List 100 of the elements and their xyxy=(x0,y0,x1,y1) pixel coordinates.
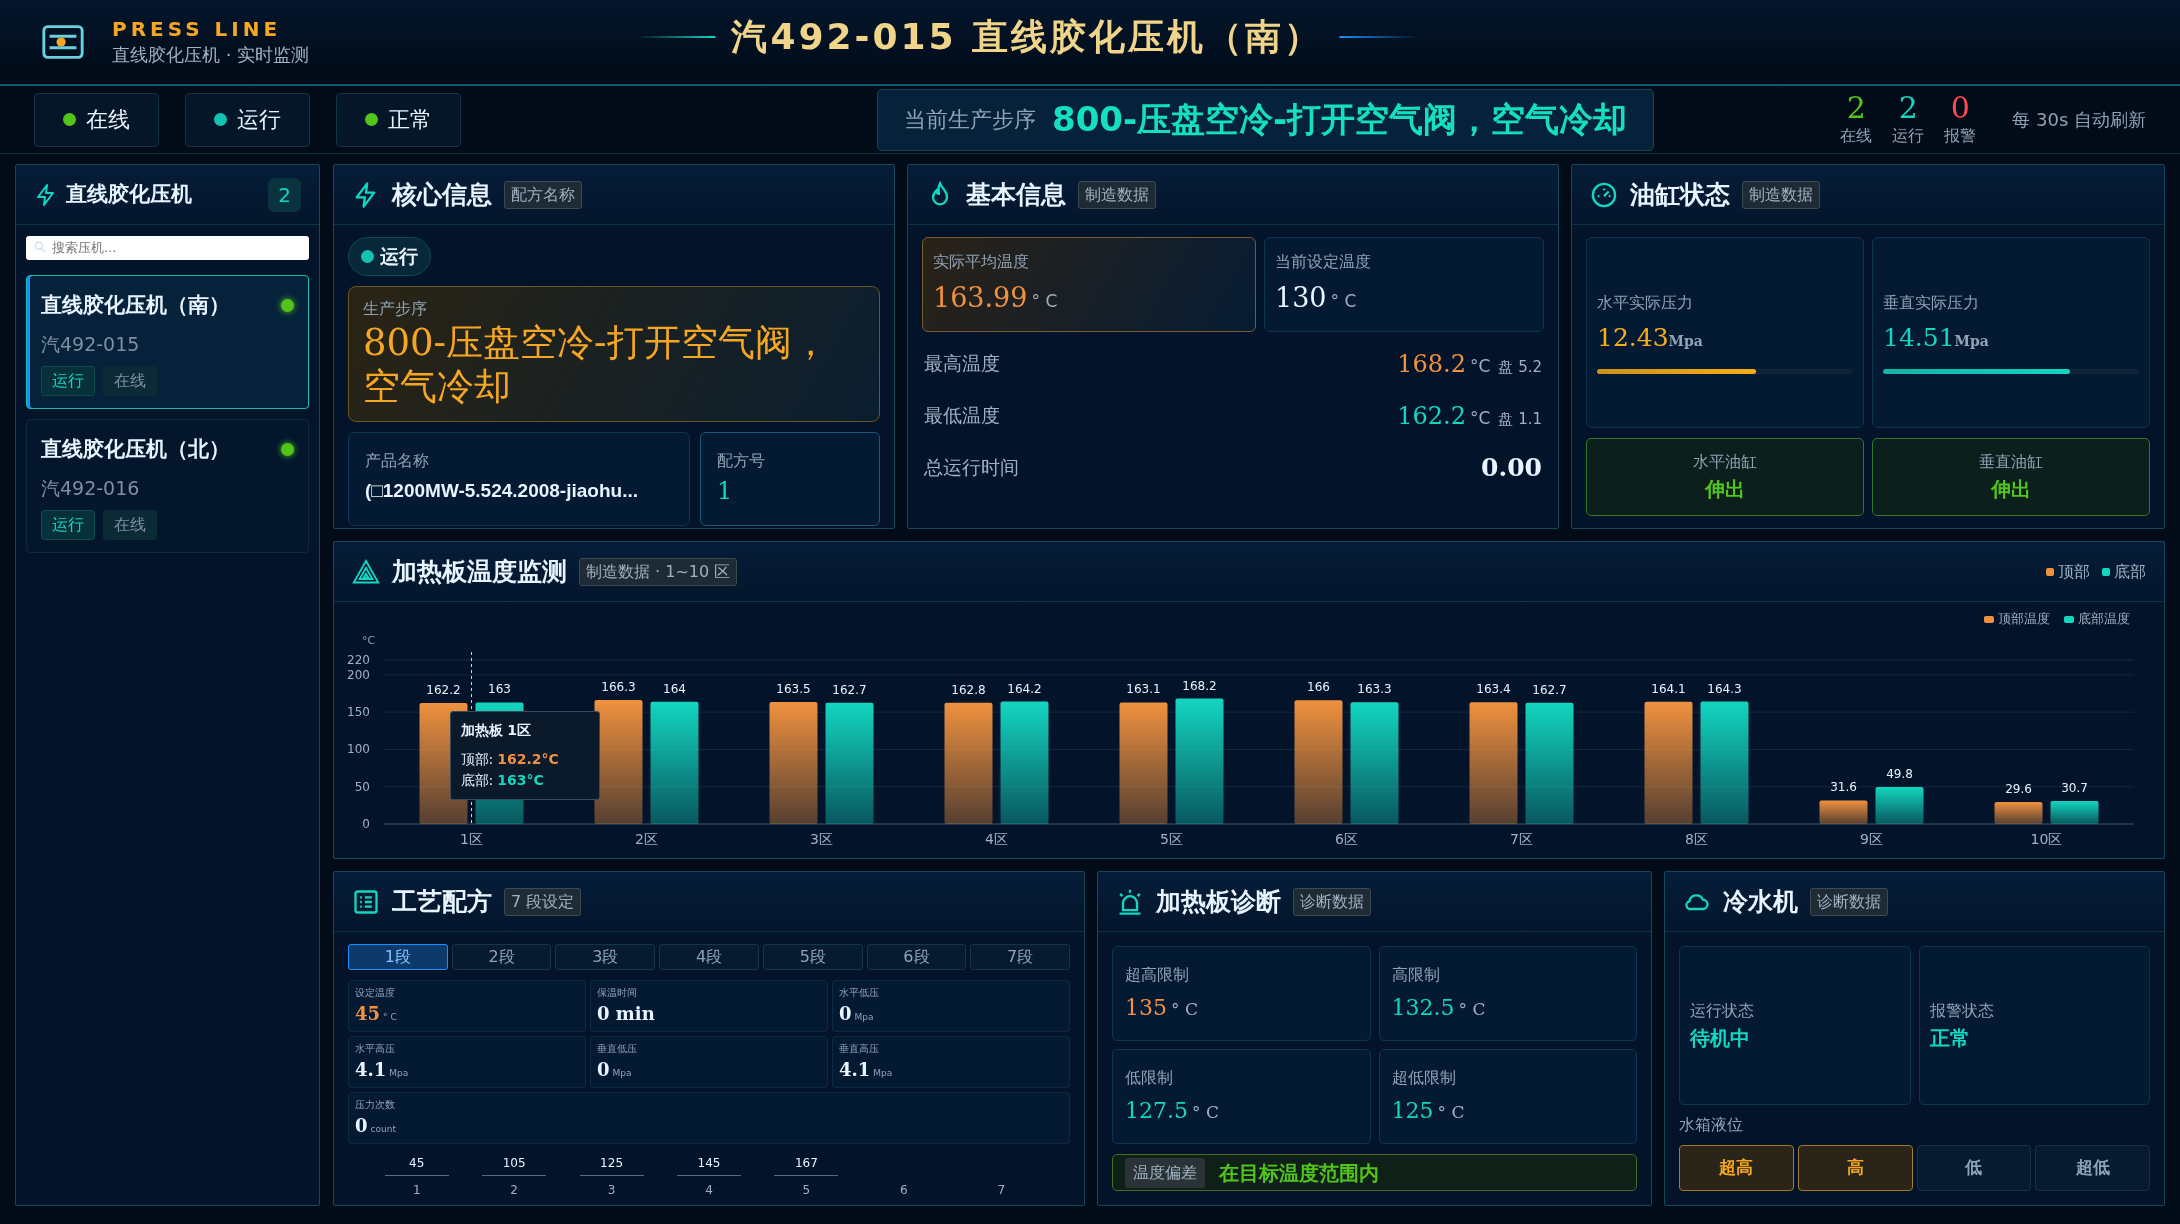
legend-swatch xyxy=(1984,616,1994,623)
status-label: 运行状态 xyxy=(1690,999,1755,1022)
header-subtitle: 直线胶化压机 · 实时监测 xyxy=(112,42,310,67)
data-label: 163.3 xyxy=(1357,682,1392,697)
axis-tick-label: 3区 xyxy=(810,831,833,847)
axis-tick-label: 6区 xyxy=(1335,831,1358,847)
panel-title: 冷水机 xyxy=(1723,885,1798,918)
reading-value: 168.2 xyxy=(1397,348,1466,380)
search-field[interactable]: 搜索压机... xyxy=(26,235,309,260)
axis-tick-label: 0 xyxy=(362,817,370,831)
legend-swatch xyxy=(2064,616,2074,623)
data-label: 163.4 xyxy=(1476,682,1511,697)
unit-label: °C xyxy=(1470,406,1491,430)
siren-icon xyxy=(1116,887,1144,916)
step-value: 105 xyxy=(502,1155,526,1172)
panel-tag: 制造数据 xyxy=(1078,180,1156,209)
reading-value: 0.00 xyxy=(1481,451,1542,484)
axis-tick-label: 1区 xyxy=(460,831,483,847)
segment-tab[interactable]: 6段 xyxy=(866,944,967,970)
machine-card[interactable]: 直线胶化压机（北） 汽492-016 运行 在线 xyxy=(26,419,309,553)
panel-title: 工艺配方 xyxy=(392,885,492,918)
axis-tick-label: 5区 xyxy=(1160,831,1183,847)
page-title: 汽492-015 直线胶化压机（南） xyxy=(731,15,1324,59)
step-label: 当前生产步序 xyxy=(904,106,1037,134)
step-value: 800-压盘空冷-打开空气阀，空气冷却 xyxy=(1052,98,1628,141)
counter-label: 报警 xyxy=(1944,125,1977,147)
step-label: 生产步序 xyxy=(363,297,428,320)
step-value: 800-压盘空冷-打开空气阀，空气冷却 xyxy=(363,320,830,410)
segment-tab[interactable]: 1段 xyxy=(348,944,448,970)
unit-label: Mpa xyxy=(1954,332,1989,352)
parameter-label: 设定温度 xyxy=(355,986,396,1000)
parameter-label: 水平低压 xyxy=(839,986,880,1000)
axis-tick-label: 10区 xyxy=(2030,831,2063,847)
panel-tag: 制造数据 xyxy=(1742,180,1820,209)
machine-name: 直线胶化压机（南） xyxy=(41,292,230,319)
step-number: 3 xyxy=(607,1182,616,1199)
counter-label: 在线 xyxy=(1840,125,1873,147)
legend-label: 底部 xyxy=(2114,560,2146,583)
data-label: 164.1 xyxy=(1651,681,1686,696)
unit-label: Mpa xyxy=(389,1067,409,1080)
cylinder-label: 水平油缸 xyxy=(1693,451,1757,473)
counter-value: 2 xyxy=(1898,91,1918,124)
count-badge: 2 xyxy=(268,177,301,212)
data-label: 164.3 xyxy=(1707,681,1742,696)
level-indicator: 低 xyxy=(1916,1145,2032,1191)
panel-tag: 制造数据 · 1~10 区 xyxy=(579,557,738,586)
counter-value: 2 xyxy=(1846,91,1866,124)
data-label: 166.3 xyxy=(601,680,636,695)
level-indicator: 超高 xyxy=(1679,1145,1794,1191)
status-tag: 在线 xyxy=(103,366,157,396)
segment-tab[interactable]: 7段 xyxy=(970,944,1071,970)
temperature-value: 130 xyxy=(1275,281,1327,315)
status-label: 正常 xyxy=(388,106,432,134)
limit-label: 超高限制 xyxy=(1125,964,1190,986)
legend-label: 底部温度 xyxy=(2078,611,2130,626)
tooltip-label: 底部: xyxy=(460,772,494,789)
counter-label: 运行 xyxy=(1892,125,1925,147)
panel-tag: 诊断数据 xyxy=(1293,887,1371,916)
limit-value: 127.5 xyxy=(1125,1097,1188,1125)
panel-title: 基本信息 xyxy=(966,178,1066,211)
status-value: 正常 xyxy=(1929,1024,1971,1052)
counter-value: 0 xyxy=(1950,91,1970,124)
data-label: 163.5 xyxy=(776,682,811,697)
data-label: 162.8 xyxy=(951,682,986,697)
run-state-pill: 运行 xyxy=(348,237,431,276)
axis-tick-label: 150 xyxy=(347,705,370,720)
tooltip-value: 162.2°C xyxy=(497,751,559,768)
limit-label: 超低限制 xyxy=(1391,1067,1457,1089)
parameter-value: 45 xyxy=(355,1002,381,1026)
machine-card[interactable]: 直线胶化压机（南） 汽492-015 运行 在线 xyxy=(26,275,309,409)
status-tag: 在线 xyxy=(103,510,157,540)
panel-title: 加热板温度监测 xyxy=(392,555,567,588)
legend-label: 顶部温度 xyxy=(1998,611,2050,626)
segment-tab[interactable]: 5段 xyxy=(762,944,863,970)
recipe-number: 1 xyxy=(717,476,734,508)
parameter-value: 4.1 xyxy=(839,1058,871,1082)
segment-tab[interactable]: 2段 xyxy=(451,944,552,970)
segment-tab[interactable]: 4段 xyxy=(659,944,759,970)
data-label: 164.2 xyxy=(1007,681,1042,696)
axis-tick-label: 7区 xyxy=(1510,831,1533,847)
gauge-icon xyxy=(1590,180,1618,209)
step-number: 5 xyxy=(802,1182,811,1199)
step-number: 1 xyxy=(412,1182,421,1199)
unit-label: Mpa xyxy=(1668,333,1703,352)
sidebar-title: 直线胶化压机 xyxy=(66,180,192,208)
tank-label: 水箱液位 xyxy=(1679,1114,1744,1136)
plate-note: 盘 1.1 xyxy=(1498,408,1542,430)
axis-tick-label: 4区 xyxy=(985,831,1008,847)
panel-title: 油缸状态 xyxy=(1630,178,1730,211)
segment-tab[interactable]: 3段 xyxy=(555,944,656,970)
reading-value: 162.2 xyxy=(1397,400,1466,432)
limit-label: 高限制 xyxy=(1391,964,1441,986)
step-value: 125 xyxy=(600,1155,623,1172)
parameter-label: 垂直低压 xyxy=(597,1042,638,1056)
step-number: 4 xyxy=(705,1182,713,1199)
axis-tick-label: 9区 xyxy=(1860,831,1883,847)
step-value: 45 xyxy=(409,1155,425,1172)
unit-label: Mpa xyxy=(612,1067,632,1080)
axis-unit-label: °C xyxy=(362,634,376,647)
unit-label: ° C xyxy=(1437,1101,1465,1124)
